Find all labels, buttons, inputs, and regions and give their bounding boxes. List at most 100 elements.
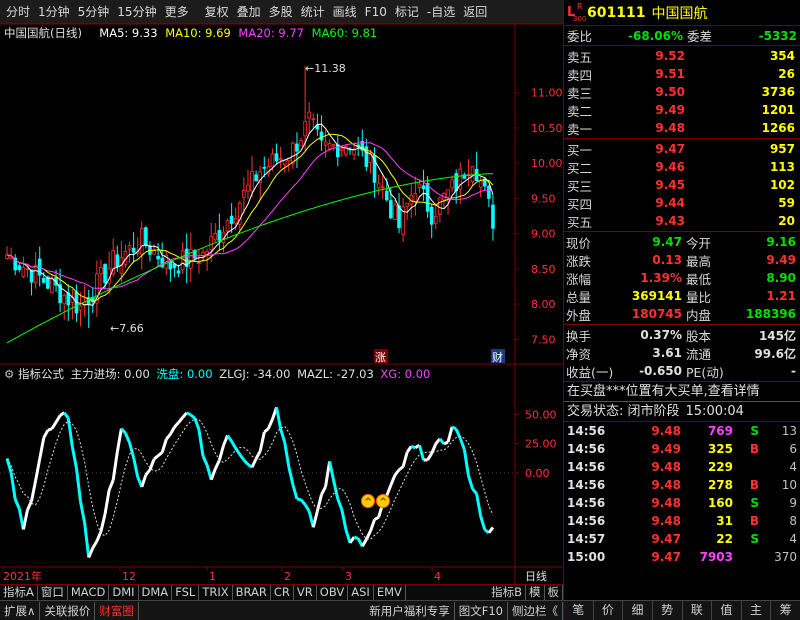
level-badge[interactable]: L R 300 — [567, 2, 586, 24]
menu-item[interactable]: 1分钟 — [34, 3, 74, 20]
panel-switch-button[interactable]: 势 — [653, 601, 683, 620]
menu-item[interactable]: 更多 — [161, 3, 193, 20]
extension-tab[interactable]: 侧边栏《 — [508, 601, 563, 620]
level-price: 9.44 — [655, 196, 685, 210]
tick-side: B — [749, 514, 759, 528]
indicator-tab[interactable]: 指标B — [488, 585, 526, 600]
tick-list[interactable]: 14:56 9.48 769 S 13 14:56 9.49 325 B 6 14:56 9.48 22… — [564, 422, 800, 566]
zlgj-segment — [38, 437, 46, 460]
tick-side: B — [749, 478, 759, 492]
extension-tab[interactable]: 图文F10 — [455, 601, 508, 620]
menu-item[interactable]: F10 — [361, 5, 391, 19]
tick-row[interactable]: 14:56 9.48 160 S 9 — [564, 494, 800, 512]
stat-row: 收益(一) -0.650 PE(动) - — [564, 362, 800, 380]
indicator-tab[interactable]: MACD — [68, 585, 110, 600]
panel-switch-button[interactable]: 价 — [594, 601, 624, 620]
indicator-tab[interactable]: OBV — [317, 585, 349, 600]
bid-row[interactable]: 买五 9.43 20 — [564, 212, 800, 230]
indicator-tab[interactable]: 窗口 — [38, 585, 68, 600]
tick-row[interactable]: 14:56 9.48 229 4 — [564, 458, 800, 476]
extension-tab[interactable]: 扩展∧ — [0, 601, 41, 620]
menu-item[interactable]: 多股 — [265, 3, 297, 20]
ask-row[interactable]: 卖四 9.51 26 — [564, 65, 800, 83]
panel-switch-button[interactable]: 细 — [623, 601, 653, 620]
menu-item[interactable]: 5分钟 — [74, 3, 114, 20]
menu-item[interactable]: 叠加 — [233, 3, 265, 20]
candle-up — [225, 220, 230, 232]
zlgj-segment — [87, 547, 95, 559]
zlgj-segment — [462, 449, 470, 476]
menu-item[interactable]: 画线 — [329, 3, 361, 20]
candle-up — [139, 228, 144, 255]
level-label: 卖三 — [567, 85, 593, 101]
bid-row[interactable]: 买三 9.45 102 — [564, 176, 800, 194]
zlgj-segment — [115, 428, 123, 453]
level-volume: 102 — [769, 178, 795, 192]
bid-row[interactable]: 买四 9.44 59 — [564, 194, 800, 212]
stat-label: 总量 — [566, 289, 592, 305]
stat-label: 净资 — [566, 346, 592, 362]
tick-row[interactable]: 14:56 9.49 325 B 6 — [564, 440, 800, 458]
indicator-tab[interactable]: ASI — [348, 585, 374, 600]
panel-switch-button[interactable]: 主 — [742, 601, 772, 620]
wc-label: 委差 — [687, 29, 713, 44]
zlgj-segment — [21, 509, 29, 530]
extension-tab[interactable]: 关联报价 — [40, 601, 96, 620]
indicator-tab[interactable]: 模 — [526, 585, 545, 600]
zlgj-segment — [418, 444, 425, 461]
extension-tab[interactable]: 财富圈 — [95, 601, 139, 620]
tick-row[interactable]: 14:56 9.48 278 B 10 — [564, 476, 800, 494]
kline-chart[interactable]: 7.50 8.00 8.50 9.00 9.50 10.00 10.50 11.00 0.00 2… — [0, 24, 563, 584]
menu-item[interactable]: 返回 — [459, 3, 491, 20]
level-price: 9.48 — [655, 121, 685, 135]
tick-row[interactable]: 15:00 9.47 7903 370 — [564, 548, 800, 566]
indicator-name[interactable]: 指标公式 — [18, 367, 64, 381]
indicator-tab[interactable]: 指标A — [0, 585, 38, 600]
stat-label: 收益(一) — [566, 364, 614, 380]
tick-row[interactable]: 14:56 9.48 31 B 8 — [564, 512, 800, 530]
chart-canvas[interactable]: 7.50 8.00 8.50 9.00 9.50 10.00 10.50 11.00 0.00 2… — [0, 24, 563, 584]
zlgj-segment — [30, 480, 38, 502]
tick-row[interactable]: 14:57 9.47 22 S 4 — [564, 530, 800, 548]
tick-count: 4 — [789, 532, 797, 546]
settings-icon[interactable]: ⚙ — [4, 367, 14, 381]
candle-up — [323, 141, 328, 146]
indicator-tab[interactable]: FSL — [172, 585, 200, 600]
zlgj-segment — [258, 431, 266, 452]
menu-item[interactable]: 统计 — [297, 3, 329, 20]
indicator-tab[interactable]: TRIX — [199, 585, 233, 600]
zlgj-segment — [365, 530, 372, 541]
panel-switch-button[interactable]: 值 — [712, 601, 742, 620]
tick-row[interactable]: 14:56 9.48 769 S 13 — [564, 422, 800, 440]
quote-panel: L R 300 601111 中国国航 委比 -68.06% 委差 -5332 … — [563, 0, 800, 620]
ask-row[interactable]: 卖三 9.50 3736 — [564, 83, 800, 101]
menu-item[interactable]: -自选 — [423, 3, 459, 20]
ma60-label: MA60: 9.81 — [311, 26, 378, 40]
indicator-tab[interactable]: BRAR — [233, 585, 271, 600]
indicator-tab[interactable]: DMI — [109, 585, 139, 600]
ask-row[interactable]: 卖二 9.49 1201 — [564, 101, 800, 119]
panel-switch-button[interactable]: 联 — [683, 601, 713, 620]
extension-tab[interactable]: 新用户福利专享 — [365, 601, 455, 620]
menu-item[interactable]: 标记 — [391, 3, 423, 20]
menu-item[interactable]: 复权 — [201, 3, 233, 20]
menu-item[interactable]: 分时 — [0, 3, 34, 20]
panel-switch-button[interactable]: 笔 — [564, 601, 594, 620]
menu-item[interactable]: 15分钟 — [113, 3, 160, 20]
ask-row[interactable]: 卖一 9.48 1266 — [564, 119, 800, 137]
ask-row[interactable]: 卖五 9.52 354 — [564, 47, 800, 65]
big-order-notice[interactable]: 在买盘***位置有大买单,查看详情 — [564, 382, 800, 402]
zlgj-segment — [70, 446, 78, 469]
zlgj-segment — [393, 468, 401, 477]
zlgj-segment — [193, 417, 201, 431]
indicator-tab[interactable]: VR — [294, 585, 317, 600]
bid-row[interactable]: 买二 9.46 113 — [564, 158, 800, 176]
zlgj-segment — [389, 474, 397, 486]
indicator-tab[interactable]: 板 — [545, 585, 563, 600]
bid-row[interactable]: 买一 9.47 957 — [564, 140, 800, 158]
indicator-tab[interactable]: CR — [271, 585, 294, 600]
indicator-tab[interactable]: EMV — [374, 585, 406, 600]
panel-switch-button[interactable]: 筹 — [771, 601, 800, 620]
indicator-tab[interactable]: DMA — [139, 585, 173, 600]
tick-price: 9.48 — [651, 478, 681, 492]
